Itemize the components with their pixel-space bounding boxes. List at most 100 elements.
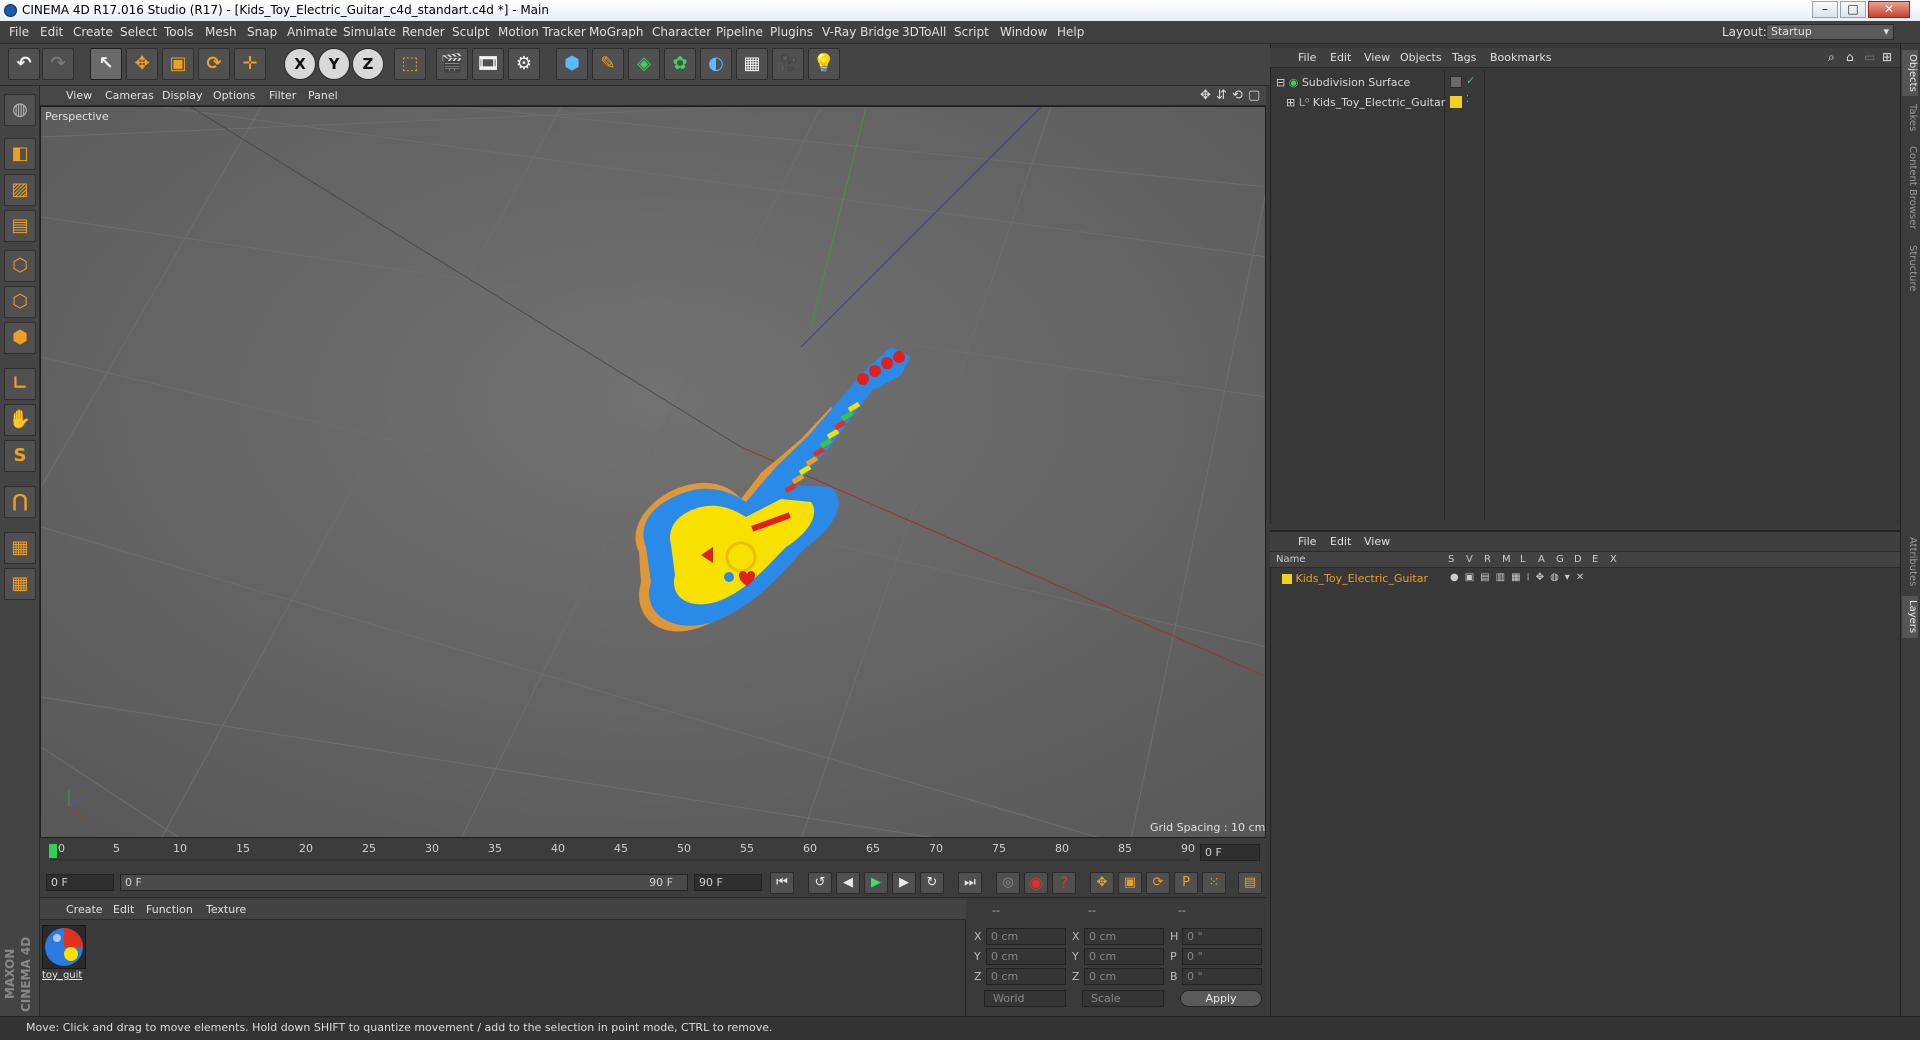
menu-select[interactable]: Select <box>120 25 157 39</box>
obj-menu-edit[interactable]: Edit <box>1330 51 1351 64</box>
size-x-field[interactable]: 0 cm <box>1084 928 1164 945</box>
menu-pipeline[interactable]: Pipeline <box>716 25 763 39</box>
visibility-dots-icon[interactable]: ⁚ <box>1466 94 1469 105</box>
menu-animate[interactable]: Animate <box>287 25 337 39</box>
redo-icon[interactable]: ↷ <box>42 48 74 80</box>
menu-3dtoall[interactable]: 3DToAll <box>902 25 946 39</box>
vp-menu-display[interactable]: Display <box>162 89 203 102</box>
x-axis-lock-icon[interactable]: X <box>284 48 316 80</box>
tweak-mode-icon[interactable]: ✋ <box>4 404 36 436</box>
obj-menu-tags[interactable]: Tags <box>1452 51 1476 64</box>
layer-menu-edit[interactable]: Edit <box>1330 535 1351 548</box>
key-position-icon[interactable]: ✥ <box>1090 872 1114 894</box>
search-icon[interactable]: ⌕ <box>1828 50 1835 65</box>
minimize-button[interactable]: – <box>1812 1 1838 18</box>
obj-menu-file[interactable]: File <box>1298 51 1316 64</box>
menu-window[interactable]: Window <box>1000 25 1047 39</box>
previous-frame-icon[interactable]: ◀ <box>836 872 860 894</box>
menu-motion-tracker[interactable]: Motion Tracker <box>498 25 586 39</box>
home-icon[interactable]: ⌂ <box>1846 50 1854 64</box>
render-view-icon[interactable]: 🎬 <box>436 48 468 80</box>
render-picture-viewer-icon[interactable]: 🎞 <box>472 48 504 80</box>
material-thumbnail[interactable] <box>42 925 86 969</box>
workplane-mode-icon[interactable]: ▤ <box>4 210 36 242</box>
vp-menu-options[interactable]: Options <box>213 89 255 102</box>
expand-icon[interactable]: ⊞ <box>1882 50 1892 64</box>
menu-plugins[interactable]: Plugins <box>770 25 813 39</box>
scale-tool-icon[interactable]: ▣ <box>162 48 194 80</box>
rotate-view-icon[interactable]: ⟲ <box>1232 88 1243 103</box>
viewport-canvas[interactable] <box>41 107 1266 838</box>
object-row-subdivision-surface[interactable]: ⊟ ◉ Subdivision Surface <box>1276 76 1410 89</box>
vp-menu-view[interactable]: View <box>66 89 92 102</box>
current-frame-field[interactable]: 0 F <box>1200 844 1260 861</box>
cube-object-icon[interactable]: ⬢ <box>556 48 588 80</box>
layer-menu-view[interactable]: View <box>1364 535 1390 548</box>
apply-button[interactable]: Apply <box>1180 990 1262 1007</box>
menu-mesh[interactable]: Mesh <box>205 25 237 39</box>
maximize-button[interactable]: □ <box>1840 1 1866 18</box>
frame-range-slider[interactable]: 0 F 90 F <box>120 874 688 891</box>
axis-mode-icon[interactable]: ∟ <box>4 368 36 400</box>
tab-content-browser[interactable]: Content Browser <box>1902 140 1918 236</box>
z-axis-lock-icon[interactable]: Z <box>352 48 384 80</box>
pan-view-icon[interactable]: ✥ <box>1200 88 1211 103</box>
keyframe-selection-icon[interactable]: ? <box>1052 872 1076 894</box>
timeline-ruler[interactable]: 0 5 10 15 20 25 30 35 40 45 50 55 60 65 … <box>40 838 1266 868</box>
key-rotation-icon[interactable]: ⟳ <box>1146 872 1170 894</box>
menu-simulate[interactable]: Simulate <box>343 25 396 39</box>
obj-menu-view[interactable]: View <box>1364 51 1390 64</box>
transform-tool-icon[interactable]: ✛ <box>234 48 266 80</box>
toggle-view-icon[interactable]: ▢ <box>1248 88 1260 103</box>
key-pla-icon[interactable]: ⁙ <box>1202 872 1226 894</box>
move-tool-icon[interactable]: ✥ <box>126 48 158 80</box>
rot-h-field[interactable]: 0 ° <box>1182 928 1262 945</box>
play-icon[interactable]: ▶ <box>864 872 888 894</box>
coord-space-select[interactable]: World <box>984 990 1066 1007</box>
polygons-mode-icon[interactable]: ⬢ <box>4 322 36 354</box>
menu-snap[interactable]: Snap <box>247 25 277 39</box>
pos-x-field[interactable]: 0 cm <box>986 928 1066 945</box>
coordinate-system-icon[interactable]: ⬚ <box>394 48 426 80</box>
snap-icon[interactable]: S <box>4 440 36 472</box>
pos-y-field[interactable]: 0 cm <box>986 948 1066 965</box>
enabled-check-icon[interactable]: ✓ <box>1466 74 1475 87</box>
menu-mograph[interactable]: MoGraph <box>589 25 644 39</box>
next-frame-icon[interactable]: ▶ <box>892 872 916 894</box>
nurbs-icon[interactable]: ◈ <box>628 48 660 80</box>
size-y-field[interactable]: 0 cm <box>1084 948 1164 965</box>
mat-menu-function[interactable]: Function <box>146 903 193 916</box>
key-scale-icon[interactable]: ▣ <box>1118 872 1142 894</box>
vp-menu-panel[interactable]: Panel <box>308 89 338 102</box>
next-key-icon[interactable]: ↻ <box>920 872 944 894</box>
layer-color-swatch[interactable] <box>1282 574 1292 584</box>
perspective-viewport[interactable] <box>40 106 1266 838</box>
object-row-guitar[interactable]: ⊞ L⁰ Kids_Toy_Electric_Guitar <box>1286 96 1445 109</box>
edges-mode-icon[interactable]: ⬡ <box>4 286 36 318</box>
menu-sculpt[interactable]: Sculpt <box>452 25 489 39</box>
obj-menu-objects[interactable]: Objects <box>1400 51 1442 64</box>
menu-edit[interactable]: Edit <box>40 25 63 39</box>
menu-help[interactable]: Help <box>1057 25 1084 39</box>
y-axis-lock-icon[interactable]: Y <box>318 48 350 80</box>
rot-p-field[interactable]: 0 ° <box>1182 948 1262 965</box>
layout-select[interactable]: Startup ▾ <box>1766 24 1894 40</box>
end-frame-field[interactable]: 90 F <box>694 874 762 891</box>
workplane-lock-icon[interactable]: ▦ <box>4 532 36 564</box>
tab-structure[interactable]: Structure <box>1902 240 1918 296</box>
model-mode-icon[interactable]: ◧ <box>4 138 36 170</box>
tag-icon[interactable] <box>1450 76 1462 88</box>
rot-b-field[interactable]: 0 ° <box>1182 968 1262 985</box>
go-to-end-icon[interactable]: ⏭ <box>958 872 982 894</box>
make-editable-icon[interactable]: ◍ <box>4 94 36 126</box>
obj-menu-bookmarks[interactable]: Bookmarks <box>1490 51 1551 64</box>
rotate-tool-icon[interactable]: ⟳ <box>198 48 230 80</box>
mat-menu-texture[interactable]: Texture <box>206 903 246 916</box>
menu-character[interactable]: Character <box>652 25 711 39</box>
menu-file[interactable]: File <box>9 25 29 39</box>
camera-icon[interactable]: 🎥 <box>772 48 804 80</box>
menu-script[interactable]: Script <box>954 25 989 39</box>
pos-z-field[interactable]: 0 cm <box>986 968 1066 985</box>
tab-objects[interactable]: Objects <box>1902 50 1918 96</box>
material-name[interactable]: toy_guit <box>42 970 90 981</box>
